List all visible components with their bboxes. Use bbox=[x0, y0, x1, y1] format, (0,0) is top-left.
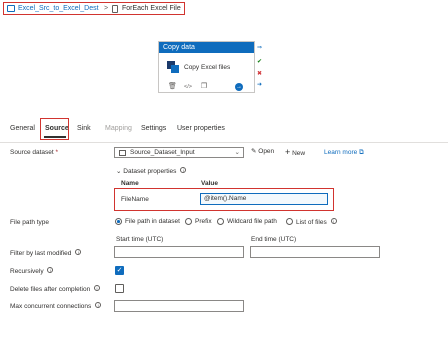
end-time-label: End time (UTC) bbox=[251, 236, 297, 243]
dataset-icon bbox=[119, 150, 126, 156]
breadcrumb-separator: > bbox=[104, 5, 109, 12]
new-dataset-button[interactable]: + New bbox=[285, 147, 305, 157]
recursively-label: Recursively i bbox=[10, 267, 54, 275]
tab-settings[interactable]: Settings bbox=[141, 125, 166, 132]
radio-prefix[interactable] bbox=[185, 218, 192, 225]
source-dataset-select[interactable]: Source_Dataset_Input ⌄ bbox=[114, 147, 244, 158]
max-concurrent-connections-input[interactable] bbox=[114, 300, 244, 312]
info-icon: i bbox=[330, 218, 337, 224]
delete-icon[interactable]: 🗑 bbox=[168, 83, 177, 91]
delete-files-label: Delete files after completion i bbox=[10, 285, 101, 293]
foreach-icon bbox=[112, 5, 118, 13]
tab-user-properties[interactable]: User properties bbox=[177, 125, 225, 132]
learn-more-link[interactable]: Learn more ⧉ bbox=[324, 149, 364, 157]
option-file-path-in-dataset: File path in dataset bbox=[125, 218, 180, 225]
radio-list-of-files[interactable] bbox=[286, 218, 293, 225]
info-icon: i bbox=[75, 249, 82, 255]
dataset-properties-toggle[interactable]: ⌄ Dataset properties i bbox=[116, 167, 187, 175]
info-icon: i bbox=[95, 302, 102, 308]
activity-header: Copy data bbox=[159, 42, 254, 53]
info-icon: i bbox=[94, 285, 101, 291]
success-output-icon[interactable]: ✔ bbox=[256, 59, 263, 66]
option-prefix: Prefix bbox=[195, 218, 212, 225]
copy-data-icon bbox=[167, 61, 180, 74]
recursively-checkbox[interactable]: ✓ bbox=[115, 266, 124, 275]
code-icon[interactable]: </> bbox=[184, 83, 192, 91]
delete-files-checkbox[interactable] bbox=[115, 284, 124, 293]
tab-general[interactable]: General bbox=[10, 125, 35, 132]
failure-output-icon[interactable]: ✖ bbox=[256, 71, 263, 78]
start-time-label: Start time (UTC) bbox=[116, 236, 164, 243]
open-dataset-button[interactable]: ✎ Open bbox=[251, 147, 274, 155]
edit-icon: ✎ bbox=[251, 148, 257, 155]
source-dataset-label: Source dataset * bbox=[10, 149, 59, 156]
filename-value-input[interactable]: @item().Name bbox=[200, 193, 328, 205]
option-list-of-files: List of files i bbox=[296, 218, 337, 226]
start-time-input[interactable] bbox=[114, 246, 244, 258]
skip-output-icon[interactable]: ⇒ bbox=[256, 45, 263, 52]
filter-last-modified-label: Filter by last modified i bbox=[10, 249, 82, 257]
property-name: FileName bbox=[121, 196, 149, 203]
info-icon: i bbox=[180, 167, 187, 173]
radio-file-path-in-dataset[interactable] bbox=[115, 218, 122, 225]
external-link-icon: ⧉ bbox=[359, 149, 364, 156]
radio-wildcard-file-path[interactable] bbox=[217, 218, 224, 225]
tabs-divider bbox=[0, 142, 448, 143]
active-tab-underline bbox=[44, 136, 66, 138]
tab-sink[interactable]: Sink bbox=[77, 125, 91, 132]
source-dataset-value: Source_Dataset_Input bbox=[130, 149, 195, 156]
chevron-down-icon: ⌄ bbox=[234, 149, 240, 156]
option-wildcard-file-path: Wildcard file path bbox=[227, 218, 277, 225]
tab-mapping[interactable]: Mapping bbox=[105, 125, 132, 132]
max-concurrent-connections-label: Max concurrent connections i bbox=[10, 302, 102, 310]
go-to-activity-icon[interactable]: → bbox=[235, 83, 243, 91]
breadcrumb-pipeline-link[interactable]: Excel_Src_to_Excel_Dest bbox=[18, 5, 99, 12]
column-header-name: Name bbox=[121, 180, 139, 187]
plus-icon: + bbox=[285, 147, 291, 157]
breadcrumb-current-activity: ForEach Excel File bbox=[122, 5, 181, 12]
file-path-type-label: File path type bbox=[10, 219, 50, 226]
info-icon: i bbox=[47, 267, 54, 273]
copy-data-activity[interactable]: Copy data Copy Excel files 🗑 </> ❐ → bbox=[158, 41, 255, 93]
chevron-down-icon: ⌄ bbox=[116, 168, 122, 175]
end-time-input[interactable] bbox=[250, 246, 380, 258]
column-header-value: Value bbox=[201, 180, 218, 187]
pipeline-icon bbox=[7, 5, 15, 12]
activity-name: Copy Excel files bbox=[184, 64, 231, 71]
breadcrumb-highlight: Excel_Src_to_Excel_Dest > ForEach Excel … bbox=[3, 2, 185, 15]
copy-icon[interactable]: ❐ bbox=[200, 83, 208, 91]
completion-output-icon[interactable]: ➜ bbox=[256, 82, 263, 89]
